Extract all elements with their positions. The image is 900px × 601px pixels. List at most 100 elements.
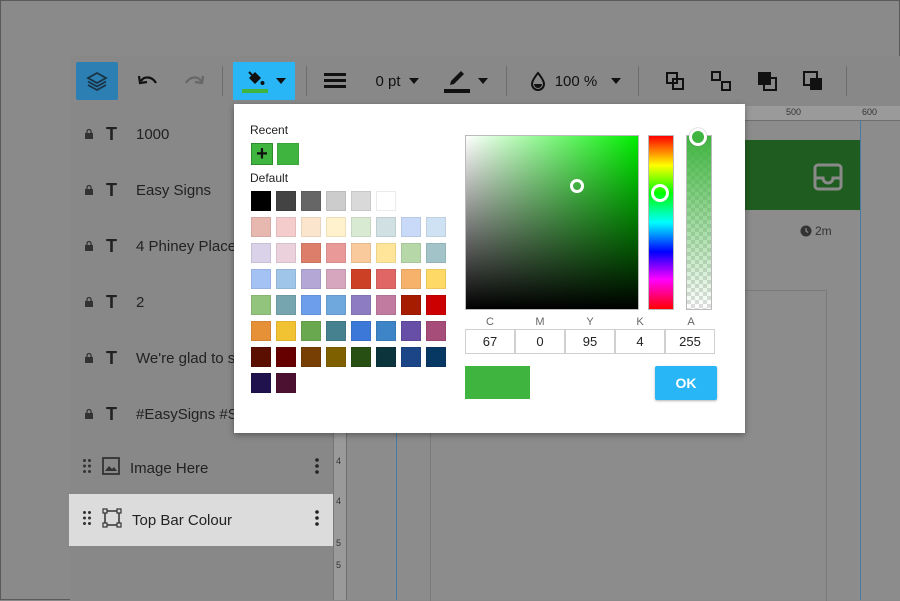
- default-color-swatch[interactable]: [351, 269, 371, 289]
- default-color-swatch[interactable]: [276, 321, 296, 341]
- ruler-mark: 600: [862, 107, 878, 117]
- ok-button[interactable]: OK: [655, 366, 717, 400]
- default-color-swatch[interactable]: [351, 243, 371, 263]
- default-color-swatch[interactable]: [401, 217, 421, 237]
- default-color-swatch[interactable]: [351, 295, 371, 315]
- default-color-swatch[interactable]: [301, 217, 321, 237]
- text-type-icon: T: [106, 403, 117, 424]
- default-color-swatch[interactable]: [326, 321, 346, 341]
- default-color-swatch[interactable]: [276, 269, 296, 289]
- default-color-swatch[interactable]: [301, 191, 321, 211]
- default-color-swatch[interactable]: [276, 243, 296, 263]
- default-color-swatch[interactable]: [401, 347, 421, 367]
- drag-handle-icon[interactable]: [82, 458, 92, 479]
- default-color-swatch[interactable]: [276, 373, 296, 393]
- default-color-swatch[interactable]: [251, 373, 271, 393]
- recent-color-swatch[interactable]: [277, 143, 299, 165]
- default-color-swatch[interactable]: [401, 321, 421, 341]
- default-color-swatch[interactable]: [301, 243, 321, 263]
- default-color-swatch[interactable]: [251, 217, 271, 237]
- layer-item[interactable]: Image Here: [70, 442, 333, 494]
- send-backward-button[interactable]: [798, 62, 828, 100]
- default-color-swatch[interactable]: [326, 295, 346, 315]
- default-color-swatch[interactable]: [351, 217, 371, 237]
- hue-slider[interactable]: [648, 135, 674, 310]
- default-color-swatch[interactable]: [276, 347, 296, 367]
- stroke-style-button[interactable]: [318, 62, 352, 100]
- default-color-swatch[interactable]: [326, 191, 346, 211]
- default-color-swatch[interactable]: [251, 295, 271, 315]
- fill-color-button[interactable]: [233, 62, 295, 100]
- alpha-slider-handle[interactable]: [689, 128, 707, 146]
- channel-y-input[interactable]: [565, 329, 615, 354]
- stroke-width-dropdown[interactable]: 0 pt: [362, 62, 432, 100]
- group-button[interactable]: [660, 62, 690, 100]
- default-color-swatch[interactable]: [301, 269, 321, 289]
- default-color-swatch[interactable]: [426, 321, 446, 341]
- sv-selector-handle[interactable]: [570, 179, 584, 193]
- toolbar-divider: [306, 66, 307, 96]
- channel-m-input[interactable]: [515, 329, 565, 354]
- default-color-swatch[interactable]: [251, 321, 271, 341]
- more-options-icon[interactable]: [315, 510, 319, 531]
- drag-handle-icon[interactable]: [82, 510, 92, 531]
- default-color-swatch[interactable]: [301, 295, 321, 315]
- ruler-mark: 4: [336, 496, 342, 506]
- default-color-swatch[interactable]: [376, 243, 396, 263]
- more-options-icon[interactable]: [315, 458, 319, 479]
- hue-slider-handle[interactable]: [651, 184, 669, 202]
- bring-forward-button[interactable]: [752, 62, 782, 100]
- layer-item-selected[interactable]: Top Bar Colour: [69, 494, 333, 546]
- default-color-swatch[interactable]: [351, 347, 371, 367]
- default-color-swatch[interactable]: [276, 217, 296, 237]
- default-color-swatch[interactable]: [251, 191, 271, 211]
- default-color-swatch[interactable]: [276, 191, 296, 211]
- default-color-swatch[interactable]: [376, 347, 396, 367]
- default-color-swatch[interactable]: [376, 269, 396, 289]
- default-color-swatch[interactable]: [251, 243, 271, 263]
- default-color-swatch[interactable]: [276, 295, 296, 315]
- channel-k-input[interactable]: [615, 329, 665, 354]
- undo-button[interactable]: [132, 62, 164, 100]
- default-color-swatch[interactable]: [251, 269, 271, 289]
- redo-button[interactable]: [178, 62, 210, 100]
- default-color-swatch[interactable]: [326, 269, 346, 289]
- channel-label-c: C: [486, 316, 494, 328]
- add-recent-color-button[interactable]: +: [251, 143, 273, 165]
- default-color-swatch[interactable]: [376, 295, 396, 315]
- default-color-swatch[interactable]: [326, 347, 346, 367]
- default-color-swatch[interactable]: [326, 243, 346, 263]
- opacity-dropdown[interactable]: 100 %: [525, 62, 625, 100]
- default-color-swatch[interactable]: [426, 217, 446, 237]
- default-color-swatch[interactable]: [301, 321, 321, 341]
- default-color-swatch[interactable]: [426, 347, 446, 367]
- recent-label: Recent: [250, 123, 289, 137]
- default-color-swatch[interactable]: [326, 217, 346, 237]
- channel-a-input[interactable]: [665, 329, 715, 354]
- stroke-color-button[interactable]: [438, 62, 494, 100]
- channel-c-input[interactable]: [465, 329, 515, 354]
- default-color-swatch[interactable]: [426, 269, 446, 289]
- group-icon: [666, 72, 684, 90]
- default-color-swatch[interactable]: [251, 347, 271, 367]
- default-color-swatch[interactable]: [401, 295, 421, 315]
- default-color-swatch[interactable]: [351, 321, 371, 341]
- default-color-swatch[interactable]: [376, 217, 396, 237]
- default-color-swatch[interactable]: [401, 269, 421, 289]
- default-color-swatch[interactable]: [426, 243, 446, 263]
- alpha-slider[interactable]: [686, 135, 712, 310]
- saturation-value-area[interactable]: [465, 135, 639, 310]
- default-color-swatch[interactable]: [351, 191, 371, 211]
- text-type-icon: T: [106, 347, 117, 368]
- ungroup-button[interactable]: [706, 62, 736, 100]
- default-color-swatch[interactable]: [376, 191, 396, 211]
- top-bar-shape[interactable]: [745, 140, 860, 210]
- default-color-swatch[interactable]: [376, 321, 396, 341]
- default-color-swatch[interactable]: [301, 347, 321, 367]
- ruler-mark: 4: [336, 456, 342, 466]
- default-color-swatch[interactable]: [426, 295, 446, 315]
- layer-label: Top Bar Colour: [132, 511, 233, 529]
- layers-button[interactable]: [76, 62, 118, 100]
- toolbar-divider: [846, 66, 847, 96]
- default-color-swatch[interactable]: [401, 243, 421, 263]
